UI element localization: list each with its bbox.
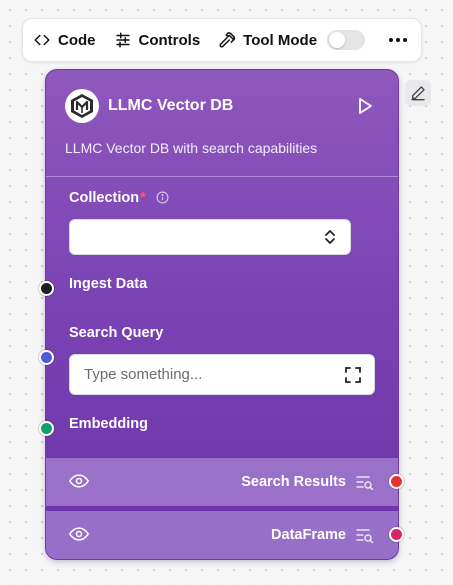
- code-button[interactable]: Code: [33, 31, 96, 49]
- run-button[interactable]: [357, 97, 373, 120]
- toggle-knob: [329, 32, 346, 48]
- controls-button[interactable]: Controls: [114, 31, 201, 49]
- search-query-handle[interactable]: [39, 350, 54, 365]
- header-divider: [46, 176, 398, 177]
- node-header: LLMC Vector DB LLMC Vector DB with searc…: [46, 70, 398, 176]
- search-query-field[interactable]: [69, 354, 375, 395]
- search-query-label: Search Query: [69, 325, 164, 341]
- eye-icon[interactable]: [69, 526, 89, 542]
- output-dataframe: DataFrame: [46, 511, 398, 559]
- sliders-icon: [115, 32, 130, 48]
- pencil-icon: [411, 86, 425, 101]
- expand-icon[interactable]: [345, 367, 361, 383]
- list-search-icon: [356, 529, 374, 543]
- tool-mode-button[interactable]: Tool Mode: [218, 31, 317, 49]
- code-icon: [34, 34, 50, 46]
- info-icon[interactable]: [156, 191, 169, 204]
- node-description: LLMC Vector DB with search capabilities: [65, 140, 318, 156]
- tool-mode-label: Tool Mode: [243, 31, 318, 49]
- collection-label: Collection*: [69, 190, 169, 206]
- ingest-data-label: Ingest Data: [69, 276, 148, 292]
- search-results-handle[interactable]: [389, 474, 404, 489]
- list-search-icon: [356, 476, 374, 490]
- node-title: LLMC Vector DB: [108, 97, 234, 114]
- ingest-data-handle[interactable]: [39, 281, 54, 296]
- play-icon: [359, 98, 372, 114]
- hammer-icon: [219, 31, 236, 48]
- code-label: Code: [58, 31, 96, 49]
- embedding-handle[interactable]: [39, 421, 54, 436]
- collection-label-text: Collection: [69, 190, 140, 206]
- tool-mode-toggle[interactable]: [327, 30, 366, 50]
- required-mark: *: [140, 190, 146, 206]
- logo-icon: [65, 89, 99, 123]
- vector-db-node[interactable]: LLMC Vector DB LLMC Vector DB with searc…: [45, 69, 399, 560]
- controls-label: Controls: [138, 31, 201, 49]
- node-toolbar: Code Controls Tool Mode: [22, 18, 422, 62]
- search-results-label: Search Results: [241, 474, 346, 490]
- more-dots-icon[interactable]: [387, 32, 409, 48]
- search-query-input[interactable]: [70, 355, 374, 394]
- embedding-label: Embedding: [69, 416, 148, 432]
- eye-icon[interactable]: [69, 473, 89, 489]
- chevron-updown-icon: [325, 230, 335, 244]
- collection-select[interactable]: [69, 219, 351, 255]
- output-search-results: Search Results: [46, 458, 398, 506]
- dataframe-label: DataFrame: [271, 527, 346, 543]
- edit-button[interactable]: [405, 80, 431, 106]
- dataframe-handle[interactable]: [389, 527, 404, 542]
